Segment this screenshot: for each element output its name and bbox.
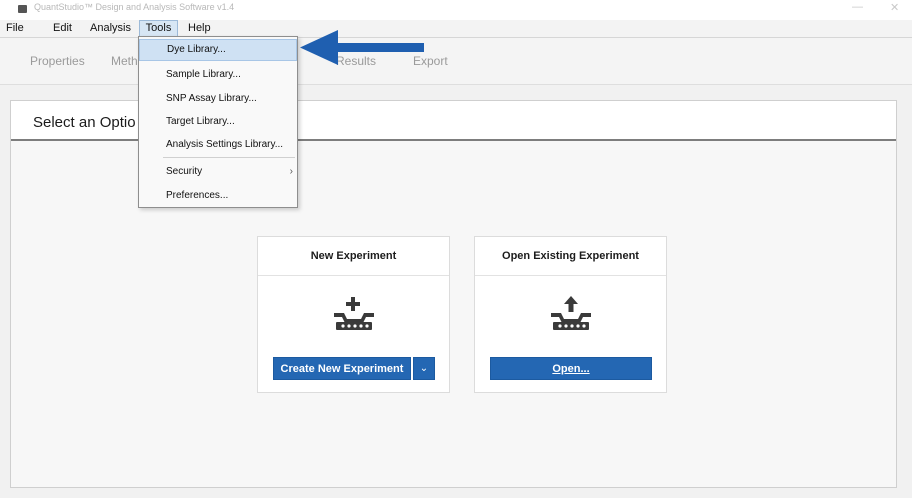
menu-edit[interactable]: Edit — [49, 20, 76, 37]
menu-item-sample-library[interactable]: Sample Library... — [139, 64, 297, 86]
open-button[interactable]: Open... — [490, 357, 652, 380]
menu-item-snp-assay-library[interactable]: SNP Assay Library... — [139, 88, 297, 110]
close-button[interactable]: ✕ — [890, 1, 899, 14]
menu-item-dye-library[interactable]: Dye Library... — [139, 39, 297, 61]
menu-item-analysis-settings-library[interactable]: Analysis Settings Library... — [139, 134, 297, 156]
tab-method[interactable]: Meth — [111, 54, 138, 68]
window-title: QuantStudio™ Design and Analysis Softwar… — [34, 2, 235, 12]
menu-item-preferences[interactable]: Preferences... — [139, 185, 297, 207]
create-options-dropdown[interactable]: ⌄ — [413, 357, 435, 380]
open-button-label: Open... — [552, 363, 590, 375]
open-experiment-title: Open Existing Experiment — [475, 237, 666, 276]
menu-tools[interactable]: Tools — [139, 20, 178, 37]
open-experiment-card: Open Existing Experiment Open... — [474, 236, 667, 393]
menu-analysis[interactable]: Analysis — [86, 20, 135, 37]
new-experiment-card: New Experiment Create New Experiment ⌄ — [257, 236, 450, 393]
menu-item-security-label: Security — [166, 166, 203, 177]
title-bar: QuantStudio™ Design and Analysis Softwar… — [0, 0, 912, 21]
create-new-experiment-button[interactable]: Create New Experiment — [273, 357, 411, 380]
app-icon — [18, 5, 27, 13]
minimize-button[interactable]: — — [852, 1, 863, 13]
menu-file[interactable]: File — [2, 20, 28, 37]
page-title: Select an Optio — [33, 114, 136, 131]
new-experiment-title: New Experiment — [258, 237, 449, 276]
menu-item-security[interactable]: Security › — [139, 161, 297, 183]
menu-separator — [163, 157, 295, 158]
arrow-left-icon — [300, 30, 424, 65]
chevron-right-icon: › — [289, 166, 293, 177]
tools-menu: Dye Library... Sample Library... SNP Ass… — [138, 36, 298, 208]
menu-help[interactable]: Help — [184, 20, 215, 37]
workflow-nav: Properties Meth Results Export — [0, 38, 912, 85]
tab-properties[interactable]: Properties — [30, 54, 85, 68]
open-experiment-icon — [551, 296, 591, 330]
menu-item-target-library[interactable]: Target Library... — [139, 111, 297, 133]
new-experiment-icon — [334, 297, 374, 330]
menu-bar: File Edit Analysis Tools Help — [0, 20, 912, 38]
